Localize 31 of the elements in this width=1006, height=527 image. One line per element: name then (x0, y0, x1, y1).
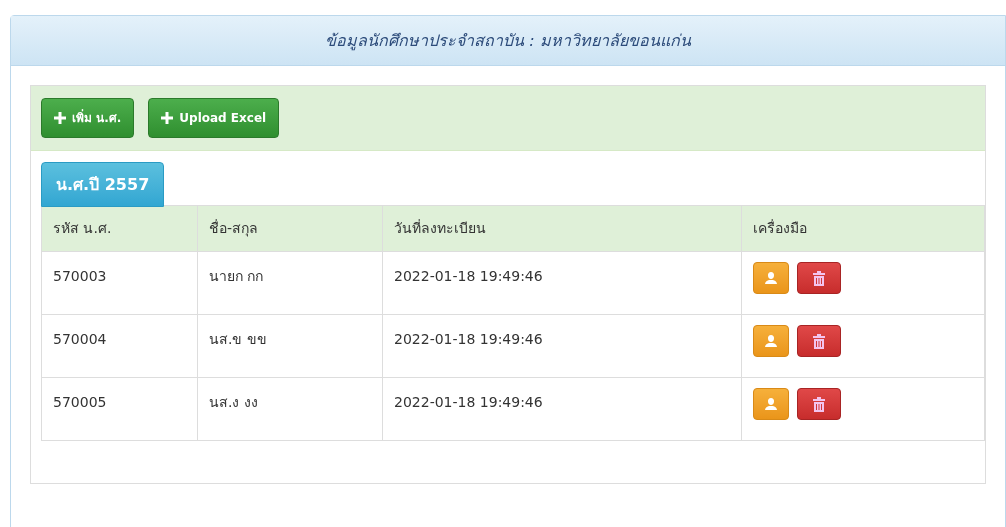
table-cell: 2022-01-18 19:49:46 (382, 314, 742, 378)
panel-title: ข้อมูลนักศึกษาประจำสถาบัน : มหาวิทยาลัยขอนแก่น (325, 29, 691, 53)
table-cell: นส.ง งง (197, 377, 383, 441)
user-icon (764, 397, 778, 411)
plus-icon (54, 112, 66, 124)
column-header: วันที่ลงทะเบียน (382, 205, 742, 252)
profile-button[interactable] (753, 325, 789, 357)
table-cell: 570004 (41, 314, 198, 378)
column-header: รหัส น.ศ. (41, 205, 198, 252)
table-cell: 2022-01-18 19:49:46 (382, 251, 742, 315)
table-cell: นส.ข ขข (197, 314, 383, 378)
column-header: เครื่องมือ (741, 205, 985, 252)
delete-button[interactable] (797, 388, 841, 420)
delete-button[interactable] (797, 262, 841, 294)
trash-icon (813, 270, 825, 286)
table-cell: 570003 (41, 251, 198, 315)
plus-icon (161, 112, 174, 124)
year-tab[interactable]: น.ศ.ปี 2557 (41, 162, 165, 207)
column-header: ชื่อ-สกุล (197, 205, 383, 252)
profile-button[interactable] (753, 262, 789, 294)
user-icon (764, 334, 778, 348)
table-cell: นายก กก (197, 251, 383, 315)
table-cell: 2022-01-18 19:49:46 (382, 377, 742, 441)
table-cell: 570005 (41, 377, 198, 441)
delete-button[interactable] (797, 325, 841, 357)
add-button[interactable]: เพิ่ม น.ศ. (41, 98, 135, 138)
user-icon (764, 271, 778, 285)
trash-icon (813, 396, 825, 412)
trash-icon (813, 333, 825, 349)
add-button[interactable]: Upload Excel (148, 98, 280, 138)
profile-button[interactable] (753, 388, 789, 420)
